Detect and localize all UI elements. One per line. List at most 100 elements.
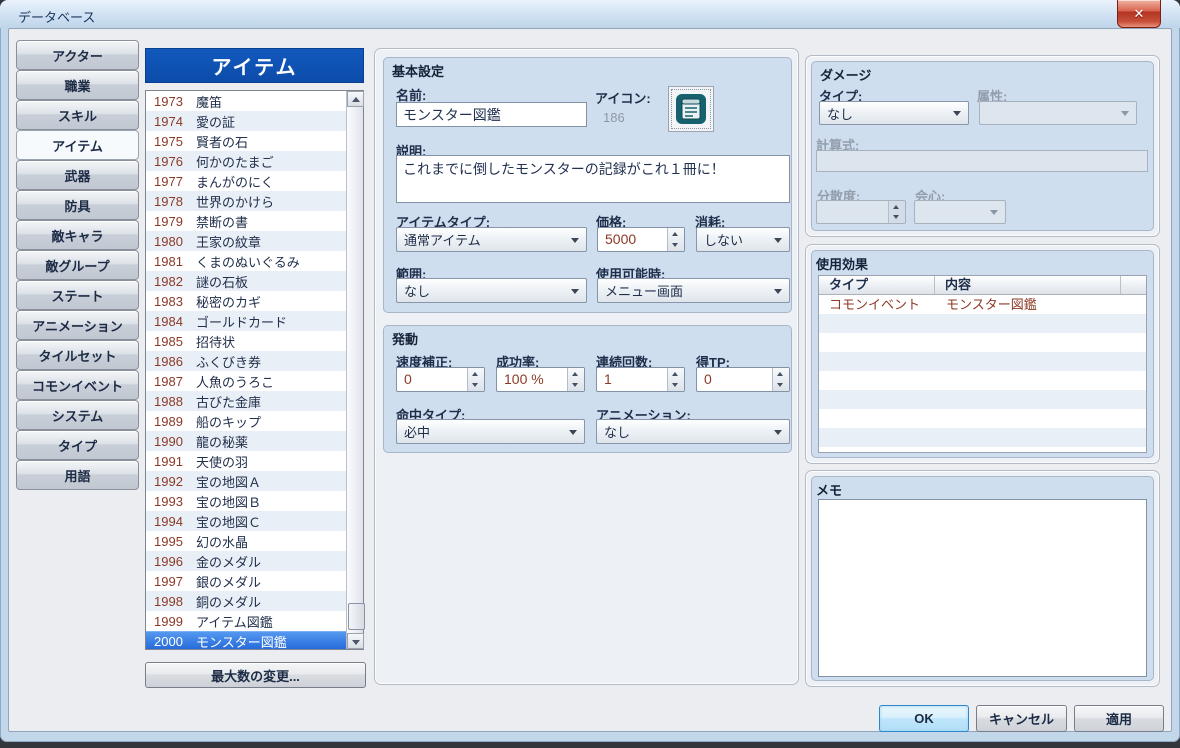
item-row-1989[interactable]: 1989船のキップ	[146, 411, 346, 431]
item-row-1986[interactable]: 1986ふくびき券	[146, 351, 346, 371]
effect-row-empty[interactable]	[819, 371, 1146, 390]
sidebar-item-3[interactable]: アイテム	[16, 130, 139, 160]
sidebar-item-label: 敵グループ	[45, 256, 109, 275]
item-name: 金のメダル	[196, 552, 261, 571]
item-row-1973[interactable]: 1973魔笛	[146, 91, 346, 111]
effect-row-empty[interactable]	[819, 428, 1146, 447]
sidebar-item-6[interactable]: 敵キャラ	[16, 220, 139, 250]
effect-row-empty[interactable]	[819, 333, 1146, 352]
apply-button[interactable]: 適用	[1074, 705, 1164, 732]
hit-type-select[interactable]: 必中	[396, 419, 585, 444]
sidebar-item-label: 武器	[64, 166, 90, 185]
effect-row-empty[interactable]	[819, 409, 1146, 428]
price-stepper[interactable]: 5000	[597, 227, 685, 252]
cancel-button[interactable]: キャンセル	[976, 705, 1067, 732]
item-name: 宝の地図Ａ	[196, 472, 261, 491]
effect-row-empty[interactable]	[819, 352, 1146, 371]
name-input[interactable]	[396, 102, 587, 127]
sidebar-item-11[interactable]: コモンイベント	[16, 370, 139, 400]
item-row-1981[interactable]: 1981くまのぬいぐるみ	[146, 251, 346, 271]
speed-stepper[interactable]: 0	[396, 367, 485, 392]
item-row-1985[interactable]: 1985招待状	[146, 331, 346, 351]
description-textarea[interactable]: これまでに倒したモンスターの記録がこれ１冊に！	[396, 155, 790, 203]
sidebar-item-14[interactable]: 用語	[16, 460, 139, 490]
effects-table[interactable]: タイプ 内容 コモンイベントモンスター図鑑	[818, 275, 1147, 453]
item-row-1998[interactable]: 1998銅のメダル	[146, 591, 346, 611]
item-row-1995[interactable]: 1995幻の水晶	[146, 531, 346, 551]
item-row-1987[interactable]: 1987人魚のうろこ	[146, 371, 346, 391]
sidebar-item-13[interactable]: タイプ	[16, 430, 139, 460]
item-row-1993[interactable]: 1993宝の地図Ｂ	[146, 491, 346, 511]
sidebar-item-8[interactable]: ステート	[16, 280, 139, 310]
item-row-1997[interactable]: 1997銀のメダル	[146, 571, 346, 591]
item-id: 1979	[154, 214, 190, 229]
repeats-stepper[interactable]: 1	[596, 367, 685, 392]
ok-button[interactable]: OK	[879, 705, 969, 732]
sidebar-item-4[interactable]: 武器	[16, 160, 139, 190]
sidebar-item-label: アニメーション	[32, 316, 122, 335]
scrollbar[interactable]	[346, 91, 363, 649]
item-row-1975[interactable]: 1975賢者の石	[146, 131, 346, 151]
item-row-1994[interactable]: 1994宝の地図Ｃ	[146, 511, 346, 531]
effect-row-empty[interactable]	[819, 390, 1146, 409]
occasion-select[interactable]: メニュー画面	[597, 278, 790, 303]
sidebar-item-9[interactable]: アニメーション	[16, 310, 139, 340]
success-stepper[interactable]: 100 %	[496, 367, 585, 392]
effect-row-empty[interactable]	[819, 447, 1146, 453]
critical-select	[914, 200, 1006, 224]
item-row-1977[interactable]: 1977まんがのにく	[146, 171, 346, 191]
item-id: 1985	[154, 334, 190, 349]
scroll-down-button[interactable]	[347, 633, 364, 649]
item-row-1996[interactable]: 1996金のメダル	[146, 551, 346, 571]
item-id: 1975	[154, 134, 190, 149]
item-row-1979[interactable]: 1979禁断の書	[146, 211, 346, 231]
list-header: アイテム	[145, 48, 364, 83]
scroll-thumb[interactable]	[348, 603, 365, 630]
spin-down-icon	[672, 243, 678, 247]
item-row-2000[interactable]: 2000モンスター図鑑	[146, 631, 346, 649]
item-row-1999[interactable]: 1999アイテム図鑑	[146, 611, 346, 631]
sidebar-item-label: タイルセット	[38, 346, 116, 365]
sidebar-item-10[interactable]: タイルセット	[16, 340, 139, 370]
consume-select[interactable]: しない	[696, 227, 790, 252]
item-type-select[interactable]: 通常アイテム	[396, 227, 587, 252]
effect-content	[935, 314, 946, 333]
tp-gain-stepper[interactable]: 0	[696, 367, 790, 392]
sidebar-item-0[interactable]: アクター	[16, 40, 139, 70]
icon-picker-button[interactable]	[668, 86, 714, 132]
item-row-1984[interactable]: 1984ゴールドカード	[146, 311, 346, 331]
animation-select[interactable]: なし	[596, 419, 790, 444]
sidebar-item-2[interactable]: スキル	[16, 100, 139, 130]
item-id: 2000	[154, 634, 190, 649]
item-row-1991[interactable]: 1991天使の羽	[146, 451, 346, 471]
item-name: 銅のメダル	[196, 592, 261, 611]
item-row-1974[interactable]: 1974愛の証	[146, 111, 346, 131]
item-row-1992[interactable]: 1992宝の地図Ａ	[146, 471, 346, 491]
damage-type-select[interactable]: なし	[819, 101, 969, 125]
item-row-1988[interactable]: 1988古びた金庫	[146, 391, 346, 411]
sidebar-item-1[interactable]: 職業	[16, 70, 139, 100]
note-textarea[interactable]	[818, 499, 1147, 677]
item-row-1983[interactable]: 1983秘密のカギ	[146, 291, 346, 311]
item-name: 愛の証	[196, 112, 235, 131]
sidebar-item-5[interactable]: 防具	[16, 190, 139, 220]
item-row-1978[interactable]: 1978世界のかけら	[146, 191, 346, 211]
effect-type	[819, 390, 935, 409]
sidebar-item-12[interactable]: システム	[16, 400, 139, 430]
close-button[interactable]: ✕	[1117, 0, 1161, 28]
scope-select[interactable]: なし	[396, 278, 587, 303]
item-id: 1997	[154, 574, 190, 589]
item-row-1990[interactable]: 1990龍の秘薬	[146, 431, 346, 451]
sidebar-item-7[interactable]: 敵グループ	[16, 250, 139, 280]
change-maximum-button[interactable]: 最大数の変更...	[145, 662, 366, 688]
spinner-buttons[interactable]	[667, 228, 684, 251]
item-row-1980[interactable]: 1980王家の紋章	[146, 231, 346, 251]
item-id: 1982	[154, 274, 190, 289]
sidebar-item-label: 職業	[64, 76, 90, 95]
item-row-1976[interactable]: 1976何かのたまご	[146, 151, 346, 171]
effect-row-0[interactable]: コモンイベントモンスター図鑑	[819, 295, 1146, 314]
item-row-1982[interactable]: 1982謎の石板	[146, 271, 346, 291]
item-id: 1983	[154, 294, 190, 309]
scroll-up-button[interactable]	[347, 91, 364, 107]
effect-row-empty[interactable]	[819, 314, 1146, 333]
